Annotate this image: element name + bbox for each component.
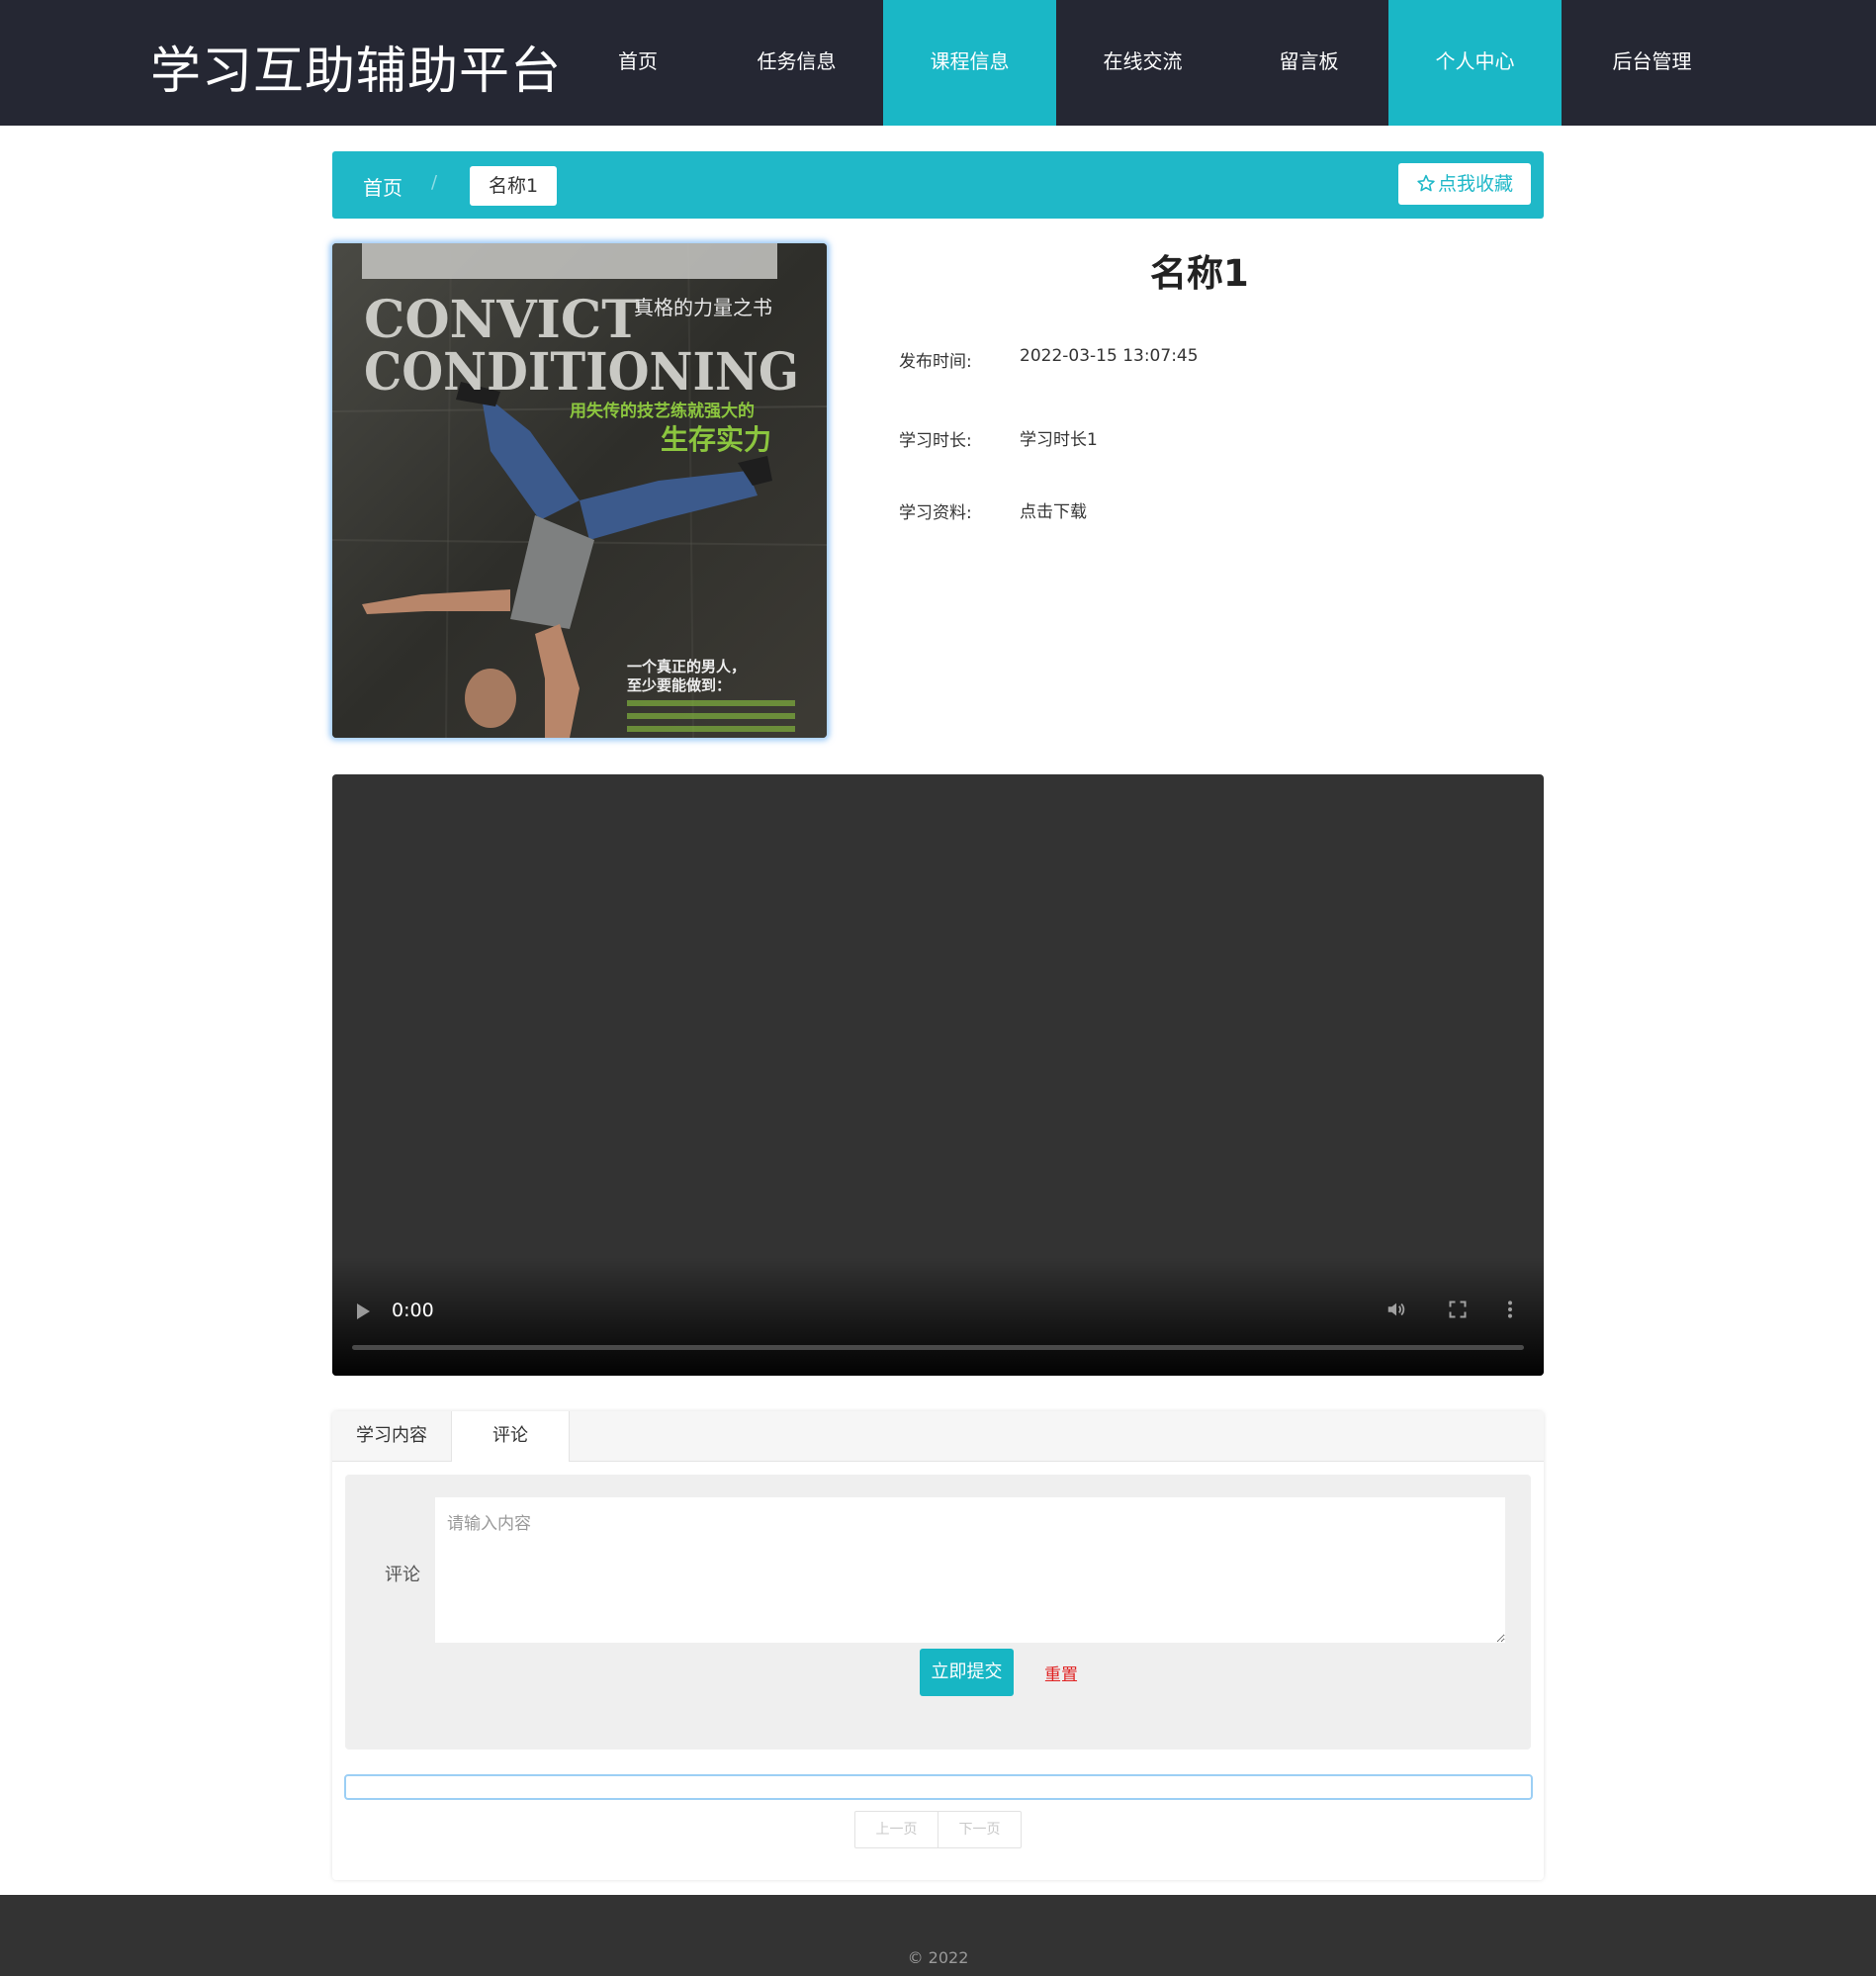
video-progress-bar[interactable] bbox=[352, 1345, 1524, 1350]
download-link[interactable]: 点击下载 bbox=[1020, 497, 1087, 522]
nav-item-personal-center[interactable]: 个人中心 bbox=[1388, 0, 1562, 126]
tab-comments[interactable]: 评论 bbox=[451, 1411, 570, 1462]
breadcrumb-current: 名称1 bbox=[470, 166, 557, 206]
nav-item-courses[interactable]: 课程信息 bbox=[883, 0, 1056, 126]
site-header: 学习互助辅助平台 首页 任务信息 课程信息 在线交流 留言板 个人中心 后台管理 bbox=[0, 0, 1876, 126]
content-tabs-panel: 学习内容 评论 评论 立即提交 重置 上一页 下一页 bbox=[332, 1411, 1544, 1880]
copyright-text: © 2022 bbox=[907, 1948, 969, 1967]
star-outline-icon bbox=[1417, 174, 1435, 192]
video-time: 0:00 bbox=[392, 1300, 434, 1321]
next-page-button[interactable]: 下一页 bbox=[938, 1812, 1021, 1847]
publish-time-value: 2022-03-15 13:07:45 bbox=[1020, 346, 1199, 366]
cover-title-line-2: CONDITIONING bbox=[364, 342, 799, 403]
publish-time-label: 发布时间: bbox=[899, 352, 972, 372]
pagination: 上一页 下一页 bbox=[854, 1811, 1022, 1848]
cover-note-1: 一个真正的男人， bbox=[627, 658, 746, 675]
breadcrumb-separator: / bbox=[431, 172, 438, 193]
site-footer: © 2022 bbox=[0, 1895, 1876, 1976]
nav-item-admin[interactable]: 后台管理 bbox=[1562, 0, 1742, 126]
breadcrumb-home-link[interactable]: 首页 bbox=[363, 172, 402, 201]
submit-button[interactable]: 立即提交 bbox=[920, 1649, 1014, 1696]
study-duration-value: 学习时长1 bbox=[1020, 430, 1098, 450]
course-cover-image: CONVICT CONDITIONING 真格的力量之书 用失传的技艺练就强大的… bbox=[332, 243, 827, 738]
more-options-icon[interactable] bbox=[1506, 1300, 1514, 1319]
study-material-label: 学习资料: bbox=[899, 503, 972, 523]
cover-note-2: 至少要能做到： bbox=[627, 676, 731, 694]
fullscreen-icon[interactable] bbox=[1448, 1300, 1468, 1319]
nav-item-home[interactable]: 首页 bbox=[566, 0, 710, 126]
play-icon[interactable] bbox=[357, 1303, 370, 1319]
video-player[interactable]: 0:00 bbox=[332, 774, 1544, 1376]
comment-form: 评论 立即提交 重置 bbox=[345, 1475, 1531, 1750]
cover-title-line-1: CONVICT bbox=[364, 290, 640, 350]
comment-label: 评论 bbox=[385, 1565, 420, 1585]
comment-list bbox=[344, 1774, 1533, 1800]
prev-page-button[interactable]: 上一页 bbox=[855, 1812, 938, 1847]
nav-item-tasks[interactable]: 任务信息 bbox=[710, 0, 883, 126]
cover-tagline-1: 用失传的技艺练就强大的 bbox=[570, 401, 755, 421]
cover-subtitle: 真格的力量之书 bbox=[634, 296, 772, 319]
breadcrumb: 首页 / 名称1 点我收藏 bbox=[332, 151, 1544, 219]
reset-button[interactable]: 重置 bbox=[1044, 1661, 1078, 1685]
tab-study-content[interactable]: 学习内容 bbox=[332, 1411, 451, 1462]
comment-textarea[interactable] bbox=[435, 1497, 1505, 1643]
volume-icon[interactable] bbox=[1385, 1299, 1407, 1320]
site-title: 学习互助辅助平台 bbox=[150, 43, 563, 101]
favorite-button-label: 点我收藏 bbox=[1437, 173, 1513, 195]
course-title: 名称1 bbox=[1150, 252, 1249, 295]
cover-tagline-2: 生存实力 bbox=[661, 423, 771, 456]
video-controls-overlay bbox=[332, 1257, 1544, 1376]
study-duration-label: 学习时长: bbox=[899, 431, 972, 451]
favorite-button[interactable]: 点我收藏 bbox=[1398, 163, 1531, 205]
nav-item-message-board[interactable]: 留言板 bbox=[1229, 0, 1388, 126]
nav-item-online-chat[interactable]: 在线交流 bbox=[1056, 0, 1229, 126]
tabs-header: 学习内容 评论 bbox=[332, 1411, 1544, 1462]
